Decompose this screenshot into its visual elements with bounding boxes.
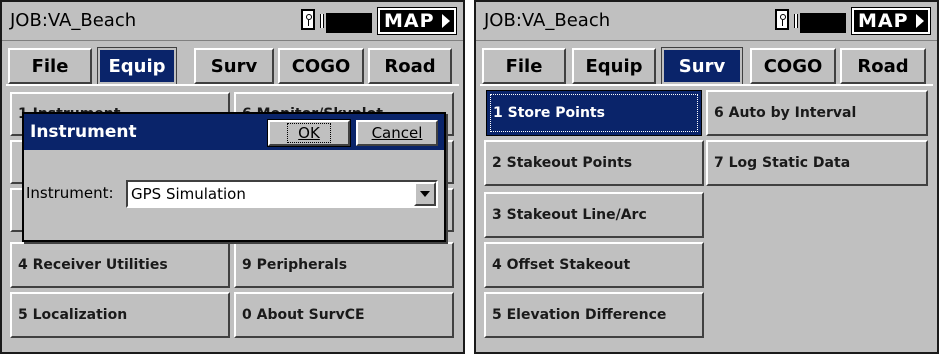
- tab-file[interactable]: File: [482, 48, 566, 84]
- menu-item-label: 0 About SurvCE: [242, 307, 365, 323]
- map-label: MAP: [384, 10, 435, 32]
- tab-equip[interactable]: Equip: [572, 48, 656, 84]
- battery-bar-icon: [326, 13, 372, 33]
- menu-item-offset-stakeout[interactable]: 4 Offset Stakeout: [484, 242, 704, 288]
- menu-item-stakeout-line-arc[interactable]: 3 Stakeout Line/Arc: [484, 192, 704, 238]
- tab-label: Equip: [108, 55, 166, 77]
- gps-status-icon: [775, 9, 789, 30]
- tab-label: Equip: [585, 55, 643, 77]
- menu-item-log-static-data[interactable]: 7 Log Static Data: [706, 140, 928, 186]
- tab-equip[interactable]: Equip: [97, 47, 177, 85]
- title-bar: JOB:VA_Beach MAP: [476, 2, 937, 41]
- job-title: JOB:VA_Beach: [10, 10, 137, 31]
- map-button[interactable]: MAP: [851, 7, 931, 35]
- menu-item-stakeout-points[interactable]: 2 Stakeout Points: [484, 140, 704, 186]
- dialog-title-bar: Instrument OK Cancel: [24, 114, 444, 150]
- tab-file[interactable]: File: [8, 48, 92, 84]
- menu-item-label: 4 Offset Stakeout: [492, 257, 631, 273]
- tab-label: Surv: [210, 55, 258, 77]
- cancel-button[interactable]: Cancel: [356, 120, 438, 146]
- ok-label: OK: [287, 123, 331, 143]
- left-screen: JOB:VA_Beach MAP File Equip Surv COGO Ro…: [0, 0, 465, 354]
- menu-item-auto-by-interval[interactable]: 6 Auto by Interval: [706, 90, 928, 136]
- menu-item-label: 5 Elevation Difference: [492, 307, 667, 323]
- tab-label: File: [505, 55, 543, 77]
- menu-item-label: 5 Localization: [18, 307, 128, 323]
- dropdown-arrow-icon[interactable]: [414, 182, 436, 206]
- tab-cogo[interactable]: COGO: [750, 48, 836, 84]
- map-arrow-icon: [916, 14, 924, 28]
- battery-bar-icon: [800, 13, 846, 33]
- menu-item-label: 4 Receiver Utilities: [18, 257, 168, 273]
- instrument-field-label: Instrument:: [26, 184, 114, 202]
- menu-item-receiver-utilities[interactable]: 4 Receiver Utilities: [10, 242, 230, 288]
- signal-tick-icon: [794, 14, 798, 28]
- instrument-select[interactable]: GPS Simulation: [126, 180, 438, 208]
- menu-item-label: 2 Stakeout Points: [492, 155, 633, 171]
- tab-label: File: [31, 55, 69, 77]
- gps-status-icon: [301, 9, 315, 30]
- tab-road[interactable]: Road: [840, 48, 926, 84]
- menu-item-label: 3 Stakeout Line/Arc: [492, 207, 647, 223]
- map-button[interactable]: MAP: [377, 7, 457, 35]
- tab-surv[interactable]: Surv: [194, 48, 274, 84]
- menu-item-store-points[interactable]: 1 Store Points: [486, 90, 702, 136]
- menu-item-localization[interactable]: 5 Localization: [10, 292, 230, 338]
- tab-label: Road: [857, 55, 909, 77]
- menu-item-peripherals[interactable]: 9 Peripherals: [234, 242, 454, 288]
- tab-cogo[interactable]: COGO: [278, 48, 364, 84]
- instrument-dialog: Instrument OK Cancel Instrument: GPS Sim…: [22, 112, 446, 242]
- tab-road[interactable]: Road: [368, 48, 452, 84]
- dialog-title: Instrument: [30, 122, 137, 142]
- tab-label: COGO: [763, 55, 823, 77]
- menu-item-label: 9 Peripherals: [242, 257, 348, 273]
- ok-button[interactable]: OK: [267, 119, 351, 147]
- menu-item-label: 1 Store Points: [493, 105, 605, 121]
- menu-item-elevation-difference[interactable]: 5 Elevation Difference: [484, 292, 704, 338]
- signal-tick-icon: [320, 14, 324, 28]
- job-title: JOB:VA_Beach: [484, 10, 611, 31]
- cancel-label: Cancel: [371, 124, 423, 142]
- tab-divider: [6, 84, 459, 86]
- menu-item-about-survce[interactable]: 0 About SurvCE: [234, 292, 454, 338]
- map-label: MAP: [858, 10, 909, 32]
- instrument-select-value: GPS Simulation: [131, 185, 246, 203]
- menu-item-label: 6 Auto by Interval: [714, 105, 857, 121]
- tab-surv[interactable]: Surv: [661, 47, 743, 85]
- menu-item-label: 7 Log Static Data: [714, 155, 851, 171]
- tab-label: Surv: [678, 55, 726, 77]
- tab-divider: [480, 84, 933, 86]
- right-screen: JOB:VA_Beach MAP File Equip Surv COGO Ro…: [474, 0, 939, 354]
- title-bar: JOB:VA_Beach MAP: [2, 2, 463, 41]
- tab-label: COGO: [291, 55, 351, 77]
- map-arrow-icon: [442, 14, 450, 28]
- tab-label: Road: [384, 55, 436, 77]
